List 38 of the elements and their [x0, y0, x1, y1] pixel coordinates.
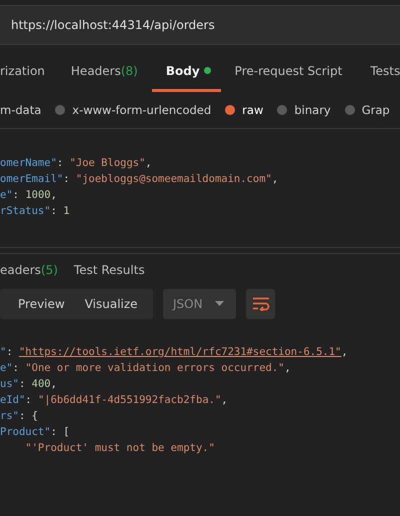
- radio-label[interactable]: raw: [242, 103, 264, 117]
- view-mode-button[interactable]: Visualize: [74, 289, 148, 319]
- format-dropdown[interactable]: JSON: [163, 289, 236, 319]
- wrap-lines-icon: [252, 297, 270, 311]
- radio-label[interactable]: x-www-form-urlencoded: [72, 103, 212, 117]
- code-text: ,: [341, 346, 348, 358]
- code-line: rs": {: [0, 409, 38, 424]
- request-tab[interactable]: rization: [0, 52, 45, 92]
- code-line: omerName": "Joe Bloggs",: [0, 156, 152, 171]
- code-line: "'Product' must not be empty.": [24, 441, 215, 456]
- request-tab[interactable]: Tests: [370, 52, 400, 92]
- code-line: omerEmail": "joebloggs@someemaildomain.com",: [0, 172, 278, 187]
- request-tab[interactable]: Pre-request Script: [234, 52, 342, 92]
- radio-button[interactable]: [225, 105, 236, 115]
- radio-button[interactable]: [344, 105, 355, 115]
- wrap-button[interactable]: [246, 289, 275, 319]
- radio-label[interactable]: m-data: [0, 103, 42, 117]
- view-mode-button[interactable]: Preview: [8, 289, 75, 319]
- url-field[interactable]: https://localhost:44314/api/orders: [0, 5, 400, 45]
- code-line: us": 400,: [0, 377, 57, 392]
- code-text: ": [0, 346, 6, 358]
- code-line: eId": "|6b6dd41f-4d551992facb2fba.",: [0, 393, 228, 408]
- radio-label[interactable]: binary: [294, 103, 331, 117]
- code-line: rStatus": 1: [0, 204, 70, 219]
- request-tab[interactable]: Headers(8): [70, 52, 138, 92]
- radio-button[interactable]: [277, 105, 288, 115]
- code-line: e": 1000,: [0, 188, 57, 203]
- caret-icon: [215, 301, 224, 307]
- radio-button[interactable]: [55, 105, 66, 115]
- request-tab[interactable]: Body: [152, 52, 221, 92]
- response-tab[interactable]: eaders(5): [0, 254, 58, 284]
- code-text: :: [6, 346, 14, 358]
- code-line: Product": [: [0, 425, 70, 440]
- code-line: e": "One or more validation errors occurred.",: [0, 361, 291, 376]
- pane-splitter[interactable]: [0, 247, 400, 254]
- radio-label[interactable]: Grap: [362, 103, 390, 117]
- link[interactable]: "https://tools.ietf.org/html/rfc7231#section-6.5.1": [18, 346, 342, 358]
- response-tab[interactable]: Test Results: [74, 254, 145, 284]
